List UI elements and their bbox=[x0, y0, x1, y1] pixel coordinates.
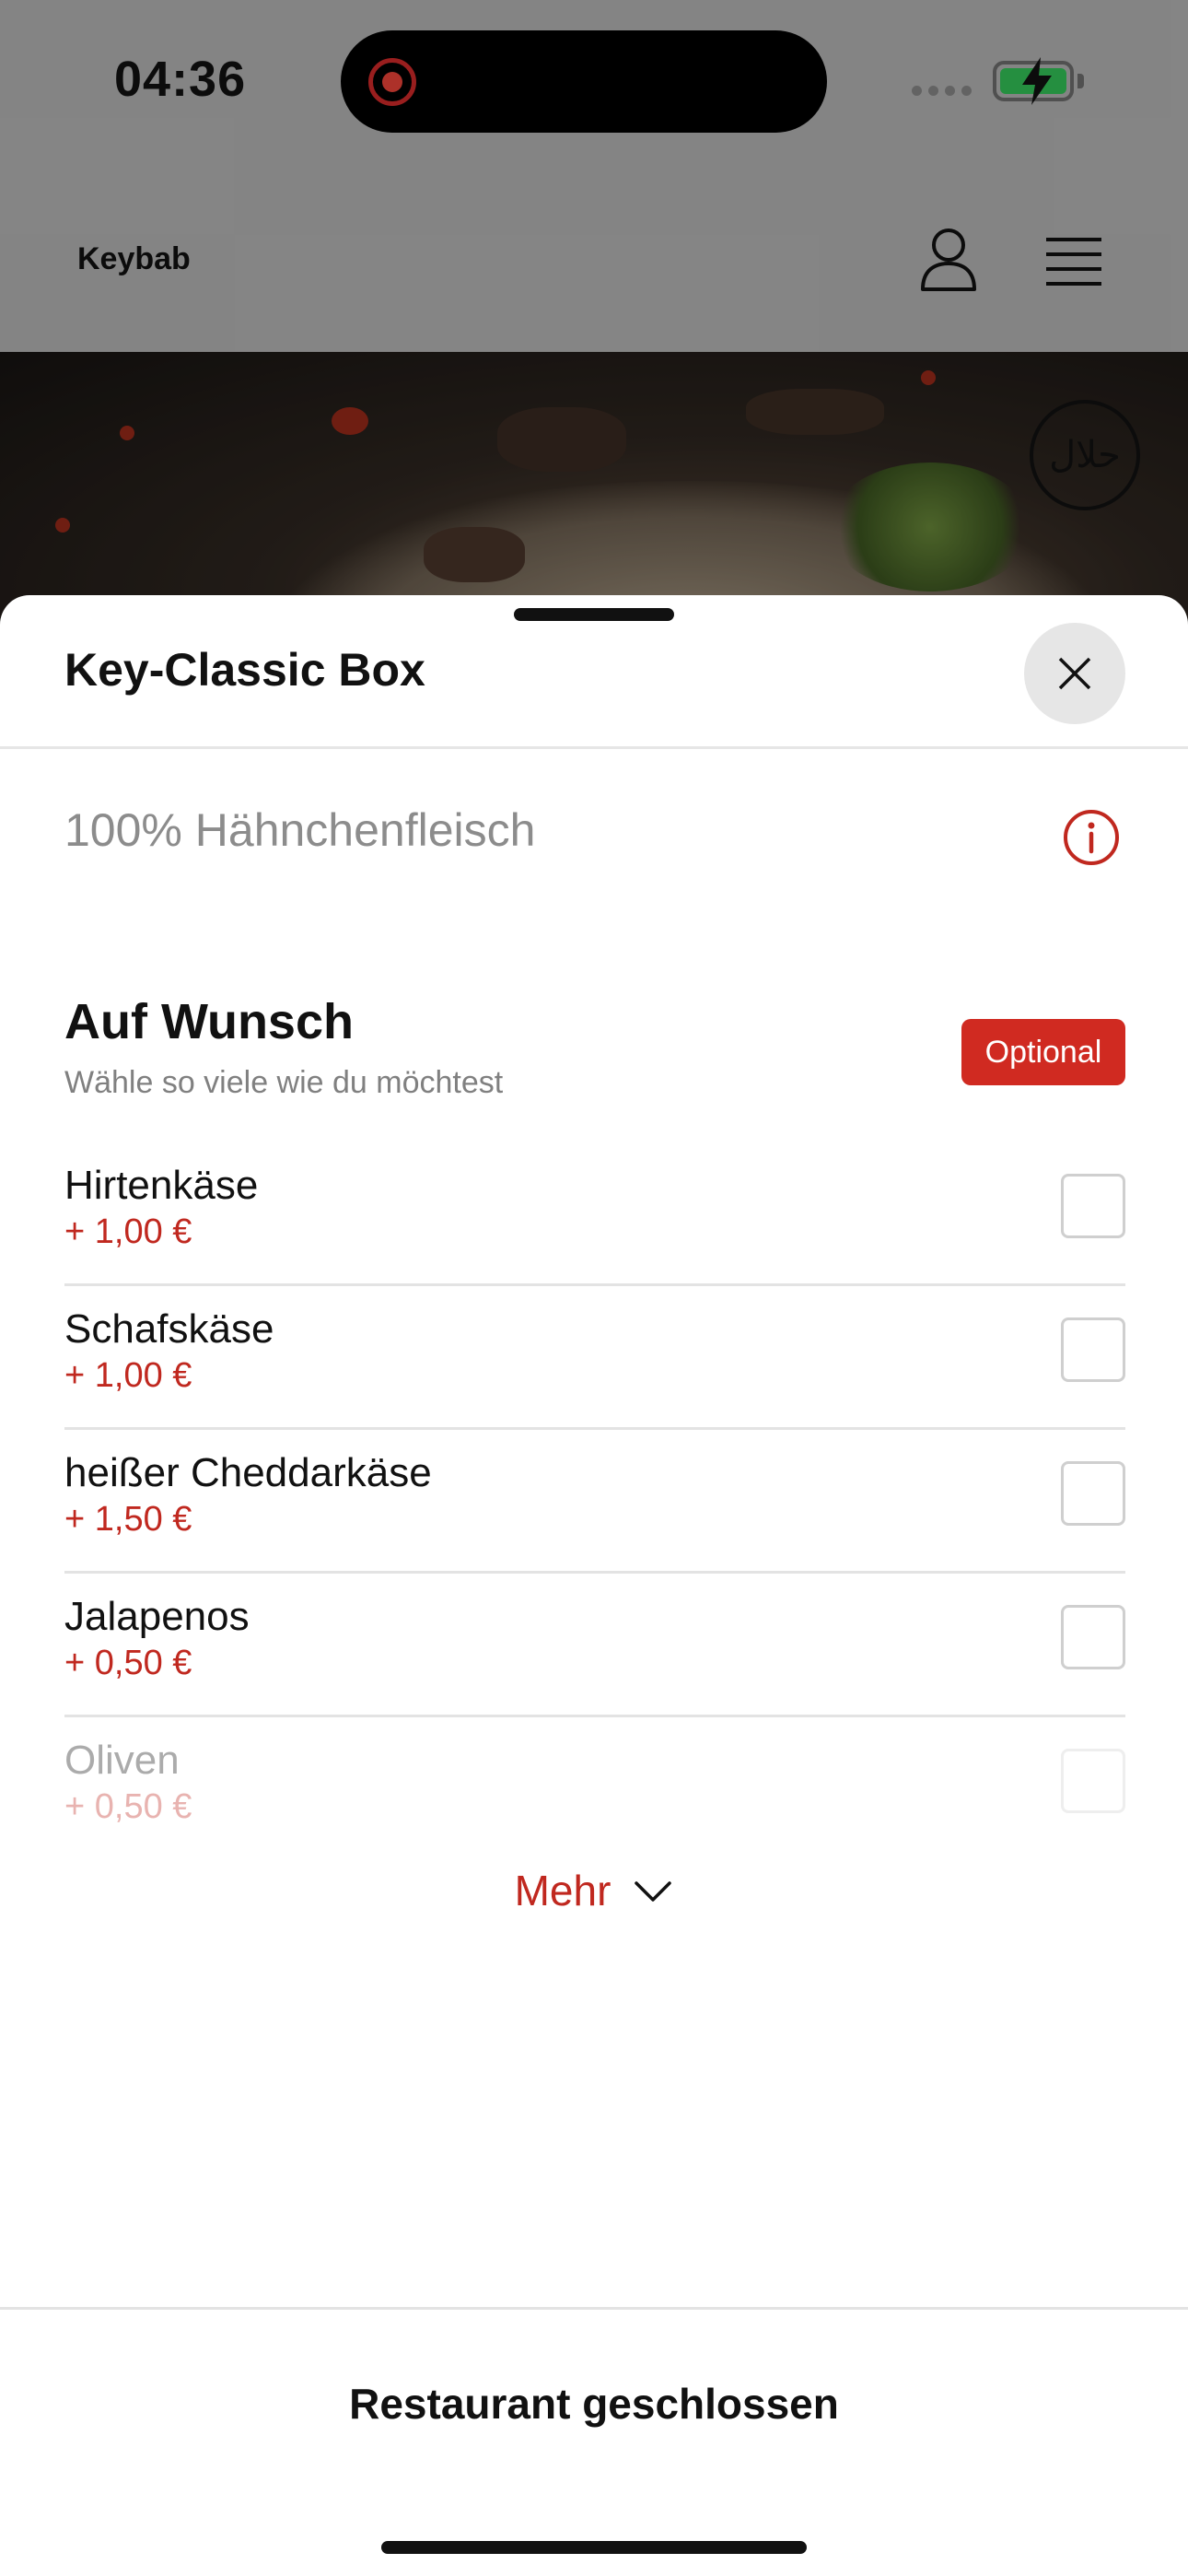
option-price: + 0,50 € bbox=[64, 1787, 192, 1826]
option-group-subtitle: Wähle so viele wie du möchtest bbox=[64, 1065, 504, 1100]
option-group-title: Auf Wunsch bbox=[64, 994, 354, 1049]
restaurant-closed-label: Restaurant geschlossen bbox=[349, 2380, 839, 2428]
more-label: Mehr bbox=[514, 1867, 611, 1914]
background-page: 04:36 Keybab حلال bbox=[0, 0, 1188, 656]
status-bar: 04:36 bbox=[0, 0, 1188, 166]
product-sheet: Key-Classic Box 100% Hähnchenfleisch Auf… bbox=[0, 595, 1188, 2576]
option-checkbox[interactable] bbox=[1061, 1317, 1125, 1382]
close-icon bbox=[1058, 657, 1091, 690]
option-row[interactable]: Hirtenkäse + 1,00 € bbox=[64, 1142, 1125, 1286]
option-row[interactable]: Jalapenos + 0,50 € bbox=[64, 1574, 1125, 1717]
option-row[interactable]: Oliven + 0,50 € bbox=[64, 1717, 1125, 1837]
option-checkbox[interactable] bbox=[1061, 1605, 1125, 1669]
option-name: Oliven bbox=[64, 1738, 180, 1783]
brand-name[interactable]: Keybab bbox=[77, 241, 191, 277]
option-price: + 1,00 € bbox=[64, 1212, 192, 1251]
signal-icon bbox=[912, 86, 972, 96]
option-row[interactable]: heißer Cheddarkäse + 1,50 € bbox=[64, 1430, 1125, 1574]
option-price: + 1,00 € bbox=[64, 1356, 192, 1395]
footer-divider bbox=[0, 2307, 1188, 2310]
more-button[interactable]: Mehr bbox=[0, 1854, 1188, 1927]
option-name: Jalapenos bbox=[64, 1594, 250, 1639]
chevron-down-icon bbox=[635, 1881, 672, 1902]
product-description: 100% Hähnchenfleisch bbox=[64, 804, 536, 856]
user-icon[interactable] bbox=[919, 227, 978, 293]
option-checkbox[interactable] bbox=[1061, 1749, 1125, 1813]
menu-icon[interactable] bbox=[1044, 236, 1103, 287]
battery-nub bbox=[1077, 74, 1084, 88]
charging-bolt-icon bbox=[1022, 57, 1052, 105]
app-header: Keybab bbox=[0, 184, 1188, 352]
option-name: Hirtenkäse bbox=[64, 1163, 259, 1208]
product-title: Key-Classic Box bbox=[64, 644, 425, 696]
option-price: + 1,50 € bbox=[64, 1500, 192, 1539]
info-icon[interactable] bbox=[1063, 809, 1120, 866]
option-row[interactable]: Schafskäse + 1,00 € bbox=[64, 1286, 1125, 1430]
option-name: Schafskäse bbox=[64, 1306, 274, 1352]
status-time: 04:36 bbox=[114, 52, 247, 107]
divider bbox=[0, 746, 1188, 749]
option-checkbox[interactable] bbox=[1061, 1174, 1125, 1238]
optional-badge: Optional bbox=[961, 1019, 1125, 1085]
close-button[interactable] bbox=[1024, 623, 1125, 724]
sheet-grabber[interactable] bbox=[514, 608, 674, 621]
option-price: + 0,50 € bbox=[64, 1644, 192, 1682]
screen-recording-icon bbox=[368, 58, 416, 106]
home-indicator bbox=[381, 2541, 807, 2554]
option-name: heißer Cheddarkäse bbox=[64, 1450, 432, 1495]
option-checkbox[interactable] bbox=[1061, 1461, 1125, 1526]
halal-icon: حلال bbox=[1030, 400, 1140, 510]
dynamic-island bbox=[341, 30, 827, 133]
